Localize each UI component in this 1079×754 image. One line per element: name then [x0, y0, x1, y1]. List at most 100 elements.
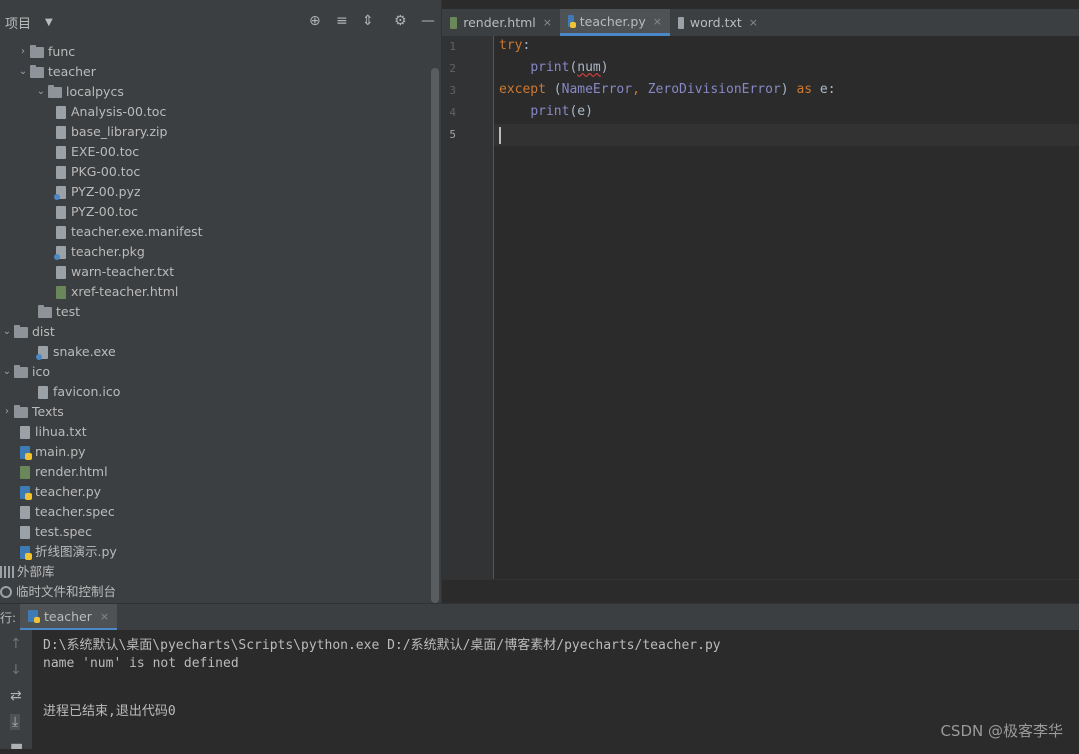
arrow-up-icon[interactable]: ↑ [10, 636, 22, 652]
html-file-icon [20, 465, 30, 479]
line-number-gutter: 1 2 3 4 5 [442, 36, 494, 579]
unknown-file-icon [54, 185, 66, 200]
run-label: 行: [0, 611, 17, 625]
tree-item[interactable]: main.py [16, 442, 86, 462]
project-tree: › func ⌄ teacher ⌄ localpycs Analysis-00.toc ba… [0, 36, 430, 603]
close-icon[interactable]: × [543, 16, 552, 29]
chevron-down-icon[interactable]: ⌄ [0, 322, 14, 342]
text-file-icon [678, 16, 684, 29]
tree-item[interactable]: test.spec [16, 522, 92, 542]
close-icon[interactable]: × [653, 15, 662, 28]
tree-item[interactable]: favicon.ico [34, 382, 120, 402]
tree-item[interactable]: 临时文件和控制台 [0, 582, 116, 602]
tree-item-label: teacher [48, 64, 96, 79]
folder-icon [30, 44, 44, 58]
close-icon[interactable]: × [749, 16, 758, 29]
chevron-down-icon[interactable]: ⌄ [34, 82, 48, 102]
text-file-icon [56, 225, 66, 239]
tree-item[interactable]: lihua.txt [16, 422, 87, 442]
expand-all-icon[interactable]: ≡ [336, 13, 348, 29]
code-line-3: except (NameError, ZeroDivisionError) as… [499, 82, 836, 97]
tree-item[interactable]: xref-teacher.html [52, 282, 178, 302]
tree-item[interactable]: 外部库 [0, 562, 55, 582]
tree-item[interactable]: render.html [16, 462, 108, 482]
tree-item[interactable]: Analysis-00.toc [52, 102, 166, 122]
tree-item-label: PKG-00.toc [71, 164, 141, 179]
python-file-icon [20, 485, 32, 500]
tree-item[interactable]: 折线图演示.py [16, 542, 117, 562]
run-tool-header: 行: teacher × [0, 603, 1079, 631]
html-file-icon [450, 16, 458, 29]
python-file-icon [568, 15, 576, 28]
text-caret [499, 127, 501, 144]
minimize-icon[interactable]: — [421, 13, 435, 29]
arrow-down-icon[interactable]: ↓ [10, 662, 22, 678]
tree-item-label: 外部库 [17, 564, 55, 579]
tree-item[interactable]: ⌄ localpycs [34, 82, 124, 102]
folder-icon [14, 364, 28, 378]
gear-icon[interactable]: ⚙ [394, 13, 407, 29]
tree-item-label: PYZ-00.pyz [71, 184, 141, 199]
tab-label: render.html [463, 15, 536, 30]
line-number: 4 [449, 106, 456, 119]
tab-word-txt[interactable]: word.txt × [670, 9, 766, 36]
scroll-to-end-icon[interactable]: ⤓ [10, 714, 21, 730]
run-tab-teacher[interactable]: teacher × [20, 604, 118, 631]
tree-item[interactable]: teacher.exe.manifest [52, 222, 203, 242]
tree-item[interactable]: teacher.pkg [52, 242, 145, 262]
tree-item[interactable]: PYZ-00.toc [52, 202, 138, 222]
tab-label: teacher.py [579, 13, 646, 29]
tree-item[interactable]: ⌄ teacher [16, 62, 96, 82]
text-file-icon [38, 385, 48, 399]
chevron-right-icon[interactable]: › [0, 402, 14, 422]
tree-item[interactable]: base_library.zip [52, 122, 167, 142]
line-number: 5 [449, 128, 456, 141]
tab-teacher-py[interactable]: teacher.py × [560, 9, 670, 36]
tree-item[interactable]: snake.exe [34, 342, 116, 362]
code-lines[interactable]: try: print(num) except (NameError, ZeroD… [494, 36, 1079, 156]
text-file-icon [20, 525, 30, 539]
tree-item[interactable]: PYZ-00.pyz [52, 182, 141, 202]
text-file-icon [56, 145, 66, 159]
console-line: D:\系统默认\桌面\pyecharts\Scripts\python.exe … [43, 638, 721, 653]
project-view-dropdown-icon[interactable]: ▼ [45, 17, 53, 28]
close-icon[interactable]: × [100, 610, 109, 623]
soft-wrap-icon[interactable]: ⇄ [10, 688, 22, 704]
print-icon[interactable]: ▬ [10, 738, 23, 754]
code-line-4: print(e) [530, 104, 593, 119]
folder-icon [48, 84, 62, 98]
run-console[interactable]: D:\系统默认\桌面\pyecharts\Scripts\python.exe … [32, 630, 1079, 749]
tree-item[interactable]: teacher.spec [16, 502, 115, 522]
tree-item[interactable]: › func [16, 42, 75, 62]
tree-item-label: test [56, 304, 81, 319]
tree-item[interactable]: ⌄ ico [0, 362, 50, 382]
unresolved-reference: num [577, 60, 601, 75]
console-line: name 'num' is not defined [43, 656, 239, 671]
tree-item[interactable]: PKG-00.toc [52, 162, 140, 182]
library-icon [0, 566, 14, 578]
tree-item[interactable]: ⌄ dist [0, 322, 55, 342]
project-header: 项目 ▼ [0, 9, 441, 36]
tree-item[interactable]: warn-teacher.txt [52, 262, 174, 282]
text-file-icon [56, 125, 66, 139]
tree-item-label: PYZ-00.toc [71, 204, 139, 219]
chevron-right-icon[interactable]: › [16, 42, 30, 62]
tree-item[interactable]: › Texts [0, 402, 64, 422]
text-file-icon [20, 505, 30, 519]
scratch-icon [0, 586, 12, 598]
tree-item[interactable]: test [34, 302, 80, 322]
collapse-all-icon[interactable]: ⇕ [362, 13, 374, 29]
run-tab-label: teacher [44, 608, 92, 624]
tree-item-label: favicon.ico [53, 384, 121, 399]
chevron-down-icon[interactable]: ⌄ [16, 62, 30, 82]
tree-item[interactable]: teacher.py [16, 482, 101, 502]
tree-item[interactable]: EXE-00.toc [52, 142, 139, 162]
tree-scrollbar[interactable] [431, 68, 439, 603]
unknown-file-icon [54, 245, 66, 260]
tree-item-label: warn-teacher.txt [71, 264, 175, 279]
chevron-down-icon[interactable]: ⌄ [0, 362, 14, 382]
tab-label: word.txt [689, 15, 742, 30]
target-icon[interactable]: ⊕ [309, 13, 321, 29]
project-title[interactable]: 项目 [5, 13, 31, 32]
tab-render-html[interactable]: render.html × [442, 9, 560, 36]
